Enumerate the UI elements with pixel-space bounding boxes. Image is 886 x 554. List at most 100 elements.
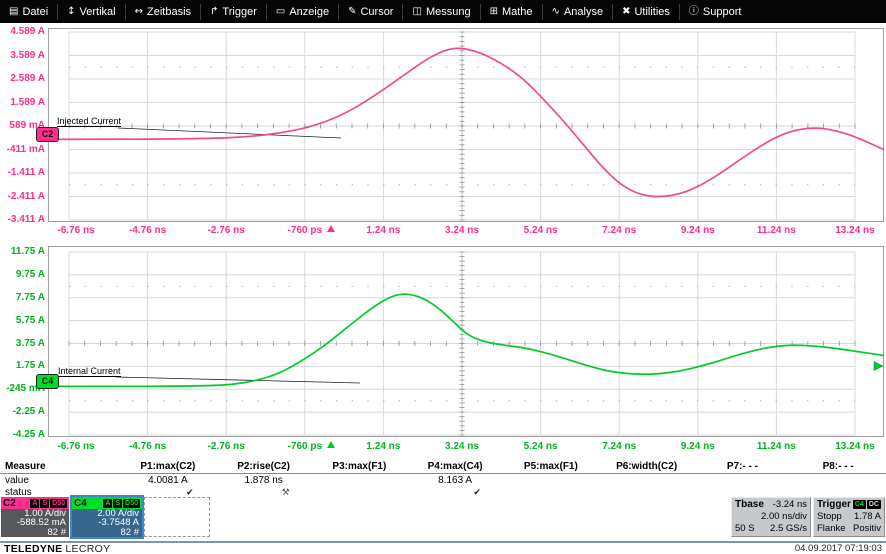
measure-value-row: value 4.0081 A 1.878 ns 8.163 A (0, 474, 886, 486)
channel-badge-s: S (40, 498, 50, 508)
y-axis-label: -4.25 A (12, 429, 45, 440)
measure-column-header-p4[interactable]: P4:max(C4) (407, 461, 503, 472)
y-axis-label: 7.75 A (15, 291, 45, 303)
vertical-icon: ↕ (67, 5, 76, 17)
menu-item-label: Vertikal (79, 5, 116, 18)
menu-item-mathe[interactable]: ⊞ Mathe (479, 3, 542, 20)
measure-value: 4.0081 A (148, 474, 188, 486)
measure-column-header-p1[interactable]: P1:max(C2) (120, 461, 216, 472)
analysis-icon: ∿ (551, 5, 560, 17)
trigger-coupling-badge: DC (866, 499, 881, 509)
x-axis-label: -760 ps (287, 225, 323, 236)
display-icon: ▭ (275, 5, 286, 17)
channel-sweeps: 82 # (120, 526, 140, 538)
math-icon: ⊞ (489, 5, 498, 17)
timebase-descriptor[interactable]: Tbase -3.24 ns 2.00 ns/div 50 S 2.5 GS/s (731, 497, 811, 537)
x-axis-label: 13.24 ns (835, 441, 875, 452)
y-axis-label: 1.75 A (15, 360, 45, 372)
support-icon: ⓘ (688, 5, 699, 17)
bottom-trace-annotation: Internal Current (58, 366, 121, 377)
timebase-rate: 2.5 GS/s (770, 522, 807, 534)
measure-status: ✔ (120, 487, 216, 498)
measure-status-row-label: status (5, 486, 32, 498)
channel-sweeps: 82 # (47, 526, 67, 538)
x-axis-label: -4.76 ns (128, 225, 167, 236)
menu-item-cursor[interactable]: ✎ Cursor (338, 3, 402, 20)
y-axis-label: 9.75 A (15, 268, 45, 280)
x-axis-label: 13.24 ns (835, 225, 875, 236)
y-axis-label: 1.589 A (10, 96, 45, 108)
channel-label: C4 (74, 497, 87, 509)
channel-label: C2 (3, 497, 16, 509)
y-axis-label: 2.589 A (10, 73, 45, 84)
x-axis-label: 5.24 ns (523, 225, 558, 236)
measure-column-header-p5[interactable]: P5:max(F1) (503, 461, 599, 472)
menu-item-trigger[interactable]: ↱ Trigger (200, 3, 266, 20)
cursor-icon: ✎ (348, 5, 357, 17)
footer-bar: TELEDYNE LECROY 04.09.2017 07:19:03 (0, 543, 886, 554)
file-icon: ▤ (9, 5, 19, 17)
menu-item-anzeige[interactable]: ▭ Anzeige (265, 3, 338, 20)
timebase-offset: -3.24 ns (772, 498, 807, 510)
y-axis-label: 3.589 A (10, 49, 45, 61)
menu-item-vertikal[interactable]: ↕ Vertikal (57, 3, 124, 20)
measure-value: 1.878 ns (244, 474, 283, 486)
datetime-stamp: 04.09.2017 07:19:03 (794, 543, 882, 554)
measure-column-header-p8[interactable]: P8:- - - (790, 461, 886, 472)
status-check-icon: ✔ (186, 487, 194, 498)
measure-column-header-p2[interactable]: P2:rise(C2) (216, 461, 312, 472)
x-axis-label: -2.76 ns (207, 225, 245, 236)
menu-item-label: Analyse (563, 5, 604, 18)
menu-item-datei[interactable]: ▤ Datei (0, 4, 57, 20)
injected-current-trace (48, 47, 884, 198)
channel-c2-zero-marker[interactable]: C2 (36, 127, 59, 142)
measure-icon: ◫ (412, 5, 422, 17)
measure-column-header-p7[interactable]: P7:- - - (695, 461, 791, 472)
trigger-time-marker-top[interactable] (327, 225, 335, 232)
menu-item-support[interactable]: ⓘ Support (678, 3, 751, 20)
menu-item-label: Zeitbasis (147, 5, 192, 18)
teledyne-lecroy-logo: TELEDYNE LECROY (4, 542, 111, 554)
graph-frame (48, 28, 884, 222)
x-axis-label: 11.24 ns (756, 441, 796, 452)
trigger-descriptor[interactable]: Trigger C4 DC Stopp 1.78 A Flanke Positi… (813, 497, 885, 537)
menu-item-zeitbasis[interactable]: ↔ Zeitbasis (124, 3, 200, 20)
x-axis-label: 1.24 ns (366, 441, 401, 452)
channel-descriptor-c2[interactable]: C2 A S D50 1.00 A/div -588.52 mA 82 # (1, 497, 69, 537)
trigger-icon: ↱ (210, 5, 219, 17)
x-axis-label: 7.24 ns (602, 225, 637, 236)
trigger-kind: Flanke (817, 522, 846, 534)
y-axis-label: -3.411 A (7, 214, 45, 225)
timebase-icon: ↔ (134, 5, 143, 17)
channel-descriptor-c4[interactable]: C4 A S D50 2.00 A/div -3.7548 A 82 # (70, 495, 144, 539)
status-check-icon: ✔ (473, 487, 481, 498)
menu-item-label: Cursor (360, 5, 394, 18)
channel-badge-s: S (113, 498, 123, 508)
y-axis-label: 4.589 A (10, 26, 45, 37)
x-axis-label: 9.24 ns (680, 225, 715, 236)
x-axis-label: 3.24 ns (445, 225, 479, 236)
trigger-mode: Stopp (817, 510, 842, 522)
timebase-title: Tbase (735, 498, 764, 510)
menu-item-utilities[interactable]: ✖ Utilities (612, 3, 679, 20)
measure-value-row-label: value (5, 474, 29, 486)
x-axis-label: 9.24 ns (680, 441, 715, 452)
y-axis-label: -411 mA (6, 143, 45, 155)
trigger-level-marker[interactable] (873, 361, 884, 371)
annotation-leader-line (117, 127, 342, 139)
empty-descriptor-slot[interactable] (144, 497, 210, 537)
bottom-graph: C4 Internal Current (36, 246, 884, 437)
measure-column-header-p6[interactable]: P6:width(C2) (599, 461, 695, 472)
trigger-time-marker-bottom[interactable] (327, 441, 335, 448)
menu-item-label: Anzeige (289, 5, 330, 18)
menu-item-label: Mathe (501, 5, 533, 18)
menu-item-label: Utilities (634, 5, 670, 18)
top-trace-annotation: Injected Current (57, 116, 122, 127)
y-axis-label: 11.75 A (10, 246, 45, 257)
top-graph-svg (48, 28, 884, 222)
menu-item-label: Messung (425, 5, 471, 18)
channel-c4-zero-marker[interactable]: C4 (36, 374, 59, 389)
measure-column-header-p3[interactable]: P3:max(F1) (312, 461, 408, 472)
menu-item-analyse[interactable]: ∿ Analyse (541, 3, 613, 20)
menu-item-messung[interactable]: ◫ Messung (402, 3, 479, 20)
